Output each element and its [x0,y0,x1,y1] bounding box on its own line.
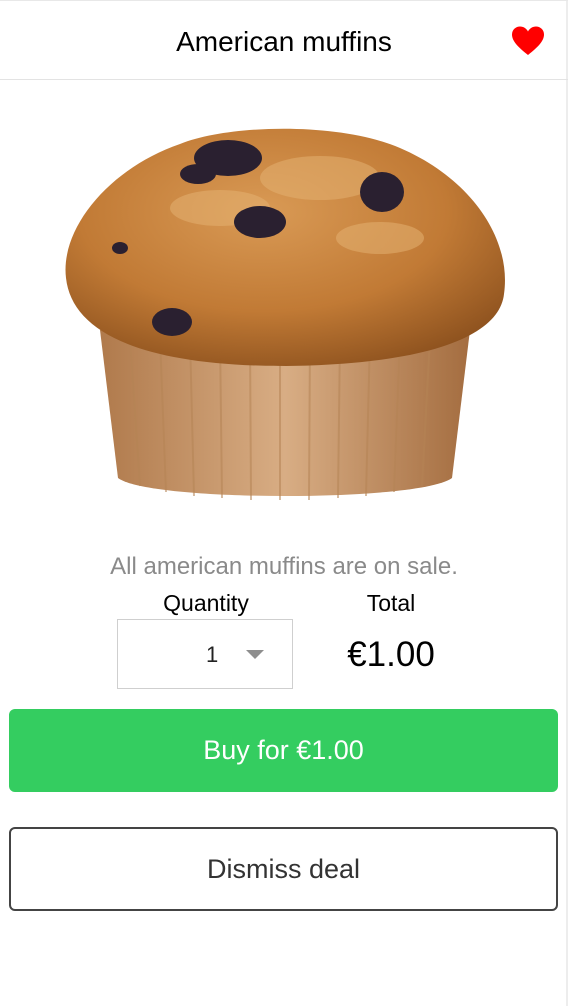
favorite-button[interactable] [510,25,546,57]
buy-button[interactable]: Buy for €1.00 [9,709,558,792]
app-frame: American muffins All american muffins ar… [0,0,568,1006]
quantity-value: 1 [206,642,219,667]
page-title: American muffins [176,26,392,57]
heart-icon [512,26,544,55]
total-label: Total [366,590,416,616]
product-image [65,128,505,501]
dismiss-deal-button[interactable]: Dismiss deal [9,827,558,911]
quantity-label: Quantity [163,590,249,616]
header-bar: American muffins [0,0,568,80]
total-price: €1.00 [347,635,435,674]
quantity-select[interactable]: 1 [117,619,293,689]
sale-description: All american muffins are on sale. [110,553,458,580]
chevron-down-icon [246,650,264,659]
